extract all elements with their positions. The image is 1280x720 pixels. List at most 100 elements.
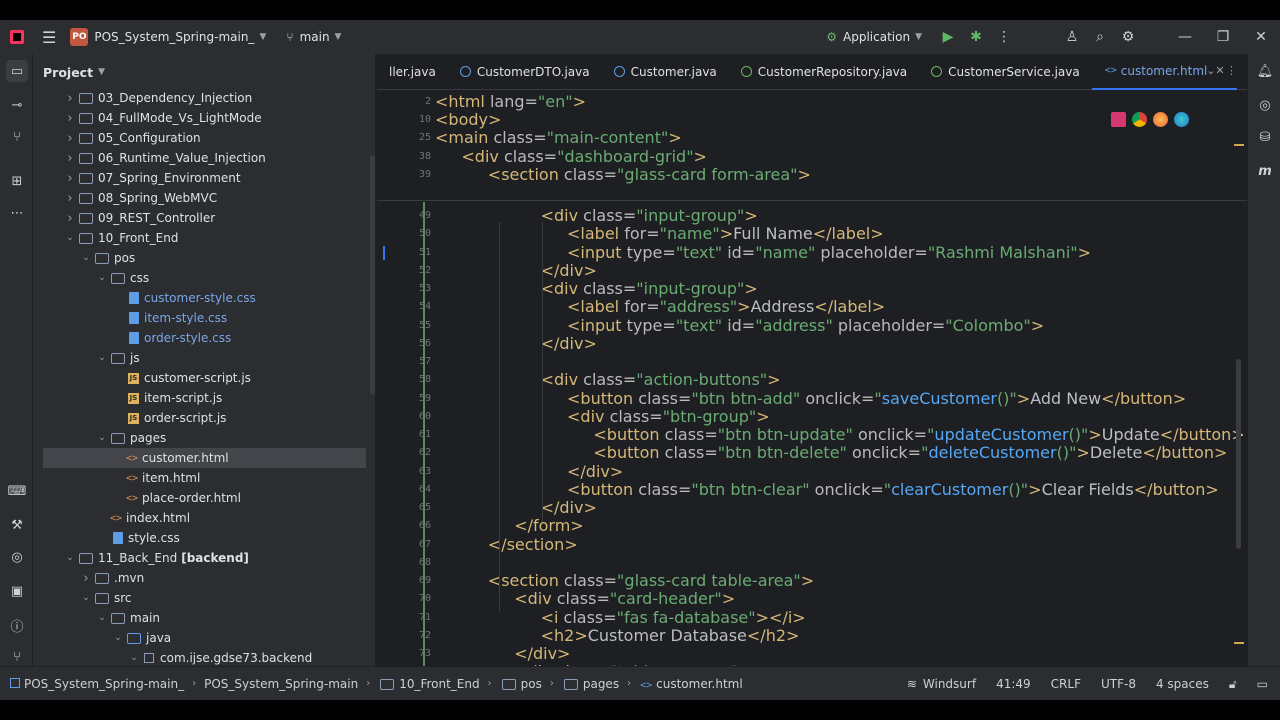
cursor-position[interactable]: 41:49 — [996, 677, 1031, 691]
file-encoding[interactable]: UTF-8 — [1101, 677, 1136, 691]
more-tools-icon[interactable]: ⋯ — [6, 202, 28, 224]
tree-item[interactable]: › 05_Configuration — [33, 128, 375, 148]
breadcrumb-item[interactable]: pages — [562, 677, 619, 691]
tree-item[interactable]: <> place-order.html — [33, 488, 375, 508]
tree-item[interactable]: › 06_Runtime_Value_Injection — [33, 148, 375, 168]
chevron-down-icon[interactable]: ⌄ — [95, 273, 109, 283]
tree-item[interactable]: ⌄ 10_Front_End — [33, 228, 375, 248]
breadcrumb-item[interactable]: POS_System_Spring-main — [204, 677, 358, 691]
build-icon[interactable]: ⚒ — [6, 514, 28, 536]
tree-item[interactable]: customer-style.css — [33, 288, 375, 308]
account-icon[interactable]: ♙ — [1058, 23, 1086, 51]
tree-item[interactable]: ⌄ css — [33, 268, 375, 288]
sticky-scroll-header[interactable]: 2 <html lang="en"> 10 <body> 25 <main class="… — [377, 91, 1247, 201]
vcs-change-marker[interactable] — [423, 202, 425, 666]
chevron-down-icon[interactable]: ⌄ — [127, 653, 141, 663]
notifications-icon[interactable]: 🔔︎ — [1254, 60, 1276, 82]
chevron-right-icon[interactable]: › — [79, 571, 93, 586]
chevron-down-icon[interactable]: ⌄ — [79, 253, 93, 263]
tree-item[interactable]: ⌄ js — [33, 348, 375, 368]
warning-marker[interactable] — [1234, 144, 1244, 146]
tree-item[interactable]: › .mvn — [33, 568, 375, 588]
tree-item[interactable]: order-style.css — [33, 328, 375, 348]
read-only-toggle-icon[interactable]: 🔓︎ — [1229, 677, 1237, 692]
chevron-down-icon[interactable]: ⌄ — [79, 593, 93, 603]
debug-icon[interactable]: ✱ — [962, 23, 990, 51]
tree-item[interactable]: <> customer.html — [43, 448, 366, 468]
editor-scrollbar[interactable] — [1236, 359, 1241, 549]
chevron-right-icon[interactable]: › — [63, 131, 77, 146]
restore-icon[interactable]: ❐ — [1204, 23, 1242, 51]
breadcrumb-item[interactable]: POS_System_Spring-main_ — [10, 677, 184, 691]
breadcrumb-item[interactable]: <> customer.html — [639, 677, 743, 691]
tree-item[interactable]: › 04_FullMode_Vs_LightMode — [33, 108, 375, 128]
terminal-icon[interactable]: ⌨ — [6, 480, 28, 502]
chevron-right-icon[interactable]: › — [63, 211, 77, 226]
tree-item[interactable]: item-style.css — [33, 308, 375, 328]
branch-switcher[interactable]: ⑂ main ▼ — [286, 30, 341, 44]
tree-item[interactable]: ⌄ pages — [33, 428, 375, 448]
windsurf-plugin[interactable]: ≋ Windsurf — [907, 677, 976, 691]
tree-item[interactable]: JS item-script.js — [33, 388, 375, 408]
chrome-icon[interactable] — [1132, 112, 1147, 127]
tree-item[interactable]: JS order-script.js — [33, 408, 375, 428]
tree-item[interactable]: <> index.html — [33, 508, 375, 528]
memory-indicator-icon[interactable]: ▭ — [1257, 677, 1268, 691]
chevron-down-icon[interactable]: ⌄ — [111, 633, 125, 643]
close-icon[interactable]: ✕ — [1242, 23, 1280, 51]
structure-icon[interactable]: ⊞ — [6, 170, 28, 192]
project-tool-icon[interactable]: ▭ — [6, 60, 28, 82]
main-menu-icon[interactable]: ☰ — [42, 28, 56, 47]
tree-item[interactable]: › 08_Spring_WebMVC — [33, 188, 375, 208]
maven-icon[interactable]: m — [1254, 160, 1276, 182]
chevron-right-icon[interactable]: › — [63, 91, 77, 106]
tree-item[interactable]: ⌄ src — [33, 588, 375, 608]
project-scrollbar[interactable] — [370, 155, 375, 395]
settings-gear-icon[interactable]: ⚙ — [1114, 23, 1142, 51]
run-config-selector[interactable]: ⚙ Application ▼ — [826, 30, 922, 44]
minimize-icon[interactable]: — — [1166, 23, 1204, 51]
breadcrumb-item[interactable]: pos — [500, 677, 542, 691]
tree-item[interactable]: ⌄ pos — [33, 248, 375, 268]
chevron-right-icon[interactable]: › — [63, 171, 77, 186]
chevron-down-icon[interactable]: ⌄ — [95, 613, 109, 623]
breadcrumb-item[interactable]: 10_Front_End — [378, 677, 480, 691]
firefox-icon[interactable] — [1153, 112, 1168, 127]
indent-setting[interactable]: 4 spaces — [1156, 677, 1209, 691]
tree-item[interactable]: <> item.html — [33, 468, 375, 488]
tree-item[interactable]: ⌄ main — [33, 608, 375, 628]
chevron-down-icon[interactable]: ⌄ — [95, 353, 109, 363]
tree-item[interactable]: › 03_Dependency_Injection — [33, 88, 375, 108]
chevron-down-icon[interactable]: ⌄ — [63, 233, 77, 243]
git-icon[interactable]: ⑂ — [6, 646, 28, 668]
database-icon[interactable]: ⛁ — [1254, 126, 1276, 148]
warning-marker[interactable] — [1234, 642, 1244, 644]
tree-item[interactable]: ⌄ java — [33, 628, 375, 648]
chevron-down-icon[interactable]: ⌄ — [95, 433, 109, 443]
commit-tool-icon[interactable]: ⊸ — [6, 94, 28, 116]
ai-assistant-icon[interactable]: ◎ — [1254, 94, 1276, 116]
problems-icon[interactable]: ⓘ — [6, 614, 28, 636]
chevron-right-icon[interactable]: › — [63, 191, 77, 206]
tree-item[interactable]: style.css — [33, 528, 375, 548]
tree-item[interactable]: ⌄ com.ijse.gdse73.backend — [33, 648, 375, 666]
run-icon[interactable]: ▶ — [934, 23, 962, 51]
chevron-right-icon[interactable]: › — [63, 111, 77, 126]
search-icon[interactable]: ⌕ — [1086, 23, 1114, 51]
chevron-right-icon[interactable]: › — [63, 151, 77, 166]
edge-icon[interactable] — [1174, 112, 1189, 127]
tree-item[interactable]: ⌄ 11_Back_End [backend] — [33, 548, 375, 568]
intellij-browser-icon[interactable] — [1111, 112, 1126, 127]
tree-item[interactable]: › 07_Spring_Environment — [33, 168, 375, 188]
pull-requests-icon[interactable]: ⑂ — [6, 126, 28, 148]
tree-item[interactable]: › 09_REST_Controller — [33, 208, 375, 228]
code-token: class= — [638, 479, 692, 499]
tree-item[interactable]: JS customer-script.js — [33, 368, 375, 388]
project-switcher[interactable]: PO POS_System_Spring-main_ ▼ — [70, 28, 266, 46]
more-actions-icon[interactable]: ⋮ — [990, 23, 1018, 51]
line-separator[interactable]: CRLF — [1051, 677, 1081, 691]
terminal-window-icon[interactable]: ▣ — [6, 580, 28, 602]
chevron-down-icon[interactable]: ⌄ — [63, 553, 77, 563]
services-icon[interactable]: ◎ — [6, 546, 28, 568]
project-panel-header[interactable]: Project ▼ — [33, 54, 375, 90]
